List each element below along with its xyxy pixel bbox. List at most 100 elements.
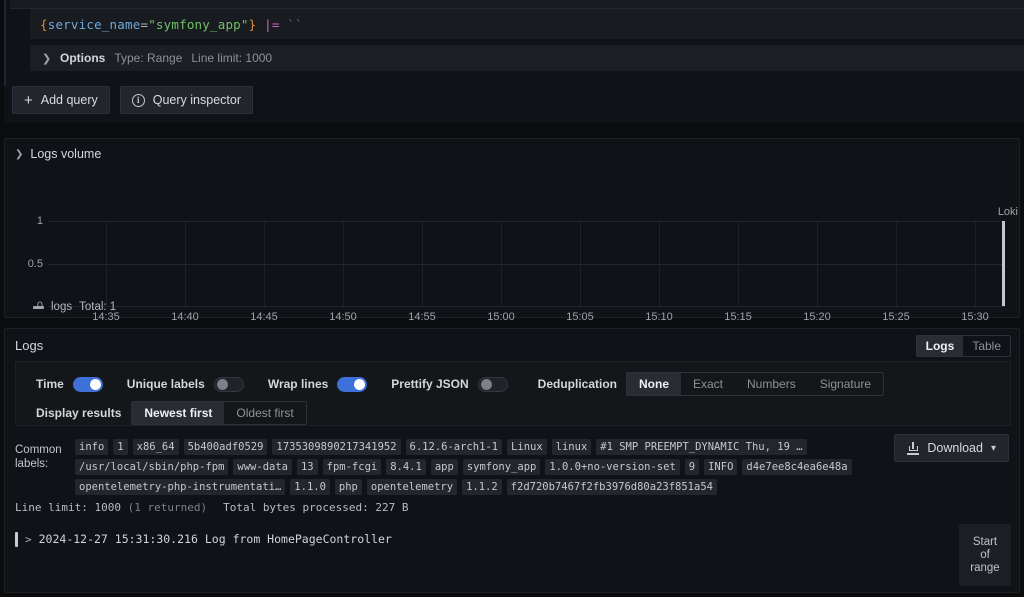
chart-legend[interactable]: logs Total: 1 bbox=[33, 301, 116, 313]
label-chip[interactable]: 8.4.1 bbox=[386, 459, 426, 475]
toggle-time[interactable]: Time bbox=[36, 376, 103, 392]
gridline-v-10 bbox=[896, 221, 897, 306]
volume-bar[interactable] bbox=[1002, 221, 1005, 306]
label-chip[interactable]: f2d720b7467f2fb3976d80a23f851a54 bbox=[506, 479, 717, 495]
meta-line-limit: Line limit: 1000 bbox=[15, 501, 121, 514]
legend-series-total: Total: 1 bbox=[79, 301, 117, 313]
label-chip[interactable]: d4e7ee8c4ea6e48a bbox=[742, 459, 852, 475]
label-chip[interactable]: 13 bbox=[296, 459, 318, 475]
add-query-button[interactable]: + Add query bbox=[12, 86, 110, 114]
query-actions: + Add query i Query inspector bbox=[12, 86, 253, 114]
toggle-prettify-json-label: Prettify JSON bbox=[391, 377, 469, 391]
query-inspector-button[interactable]: i Query inspector bbox=[119, 86, 253, 114]
toggle-unique-labels-switch[interactable] bbox=[213, 376, 244, 392]
chevron-down-icon: ❯ bbox=[15, 148, 24, 160]
label-chip[interactable]: 6.12.6-arch1-1 bbox=[405, 439, 503, 455]
info-circle-icon: i bbox=[131, 93, 145, 107]
dedup-option-exact[interactable]: Exact bbox=[681, 373, 735, 395]
toggle-knob bbox=[480, 378, 492, 390]
label-chip[interactable]: 1 bbox=[113, 439, 128, 455]
display-results-options[interactable]: Newest first Oldest first bbox=[131, 401, 307, 425]
sort-oldest-first[interactable]: Oldest first bbox=[224, 402, 305, 424]
gridline-v-8 bbox=[738, 221, 739, 306]
label-chip[interactable]: #1 SMP PREEMPT_DYNAMIC Thu, 19 … bbox=[596, 439, 807, 455]
logs-meta-line: Line limit: 1000 (1 returned) Total byte… bbox=[15, 501, 409, 514]
x-tick-3: 14:50 bbox=[329, 311, 357, 323]
start-of-range-line3: range bbox=[970, 562, 1000, 574]
logs-volume-title: Logs volume bbox=[30, 147, 102, 161]
view-mode-table[interactable]: Table bbox=[963, 336, 1010, 356]
y-tick-1: 1 bbox=[36, 215, 43, 227]
label-chip[interactable]: linux bbox=[551, 439, 592, 455]
dedup-option-none[interactable]: None bbox=[627, 373, 681, 395]
dedup-option-signature[interactable]: Signature bbox=[808, 373, 883, 395]
toggle-knob bbox=[89, 378, 101, 390]
gridline-h-0 bbox=[48, 306, 1005, 307]
label-chip[interactable]: symfony_app bbox=[462, 459, 541, 475]
label-chip[interactable]: fpm-fcgi bbox=[322, 459, 382, 475]
gridline-v-4 bbox=[422, 221, 423, 306]
common-labels-key-line1: Common bbox=[15, 444, 62, 456]
download-label: Download bbox=[927, 441, 983, 455]
meta-bytes-processed: Total bytes processed: 227 B bbox=[223, 501, 409, 514]
logs-toggle-row: Time Unique labels Wrap lines Prettify J… bbox=[36, 372, 885, 396]
toggle-time-label: Time bbox=[36, 377, 64, 391]
start-of-range-line1: Start bbox=[972, 536, 998, 548]
logs-volume-chart[interactable]: 1 0.5 0 14:35 14:40 14:45 14:50 bbox=[5, 169, 1019, 323]
label-chip[interactable]: /usr/local/sbin/php-fpm bbox=[75, 459, 229, 475]
toggle-prettify-json[interactable]: Prettify JSON bbox=[391, 376, 508, 392]
deduplication-label: Deduplication bbox=[537, 377, 617, 391]
view-mode-toggle[interactable]: Logs Table bbox=[915, 335, 1011, 357]
start-of-range-button[interactable]: Start of range bbox=[959, 524, 1011, 586]
dedup-option-numbers[interactable]: Numbers bbox=[735, 373, 808, 395]
label-chip[interactable]: opentelemetry-php-instrumentati… bbox=[75, 479, 286, 495]
label-chip[interactable]: INFO bbox=[704, 459, 738, 475]
gridline-h-1 bbox=[48, 221, 1005, 222]
label-chip[interactable]: 1735309890217341952 bbox=[272, 439, 401, 455]
label-chip[interactable]: 1.0.0+no-version-set bbox=[545, 459, 680, 475]
toggle-prettify-json-switch[interactable] bbox=[477, 376, 508, 392]
label-chip[interactable]: opentelemetry bbox=[366, 479, 458, 495]
download-button[interactable]: Download ▾ bbox=[894, 434, 1009, 462]
query-expression-row[interactable]: {service_name="symfony_app"} |= `` bbox=[30, 9, 1024, 39]
toggle-unique-labels[interactable]: Unique labels bbox=[126, 376, 244, 392]
label-chip[interactable]: x86_64 bbox=[132, 439, 179, 455]
label-chip[interactable]: 5b400adf0529 bbox=[183, 439, 268, 455]
x-tick-6: 15:05 bbox=[566, 311, 594, 323]
query-options-row[interactable]: ❯ Options Type: Range Line limit: 1000 bbox=[30, 45, 1024, 71]
common-labels-section: Common labels: info 1 x86_64 5b400adf052… bbox=[15, 434, 895, 495]
gridline-v-0 bbox=[106, 221, 107, 306]
toggle-unique-labels-label: Unique labels bbox=[126, 377, 205, 391]
query-inspector-label: Query inspector bbox=[152, 93, 241, 107]
label-chip[interactable]: Linux bbox=[507, 439, 547, 455]
toggle-time-switch[interactable] bbox=[72, 376, 103, 392]
sort-newest-first[interactable]: Newest first bbox=[132, 402, 225, 424]
chevron-down-icon: ▾ bbox=[990, 442, 996, 454]
common-labels-chips: info 1 x86_64 5b400adf0529 1735309890217… bbox=[75, 434, 895, 495]
label-chip[interactable]: 9 bbox=[684, 459, 700, 475]
label-chip[interactable]: 1.1.2 bbox=[462, 479, 502, 495]
plus-icon: + bbox=[24, 91, 33, 109]
deduplication-options[interactable]: None Exact Numbers Signature bbox=[626, 372, 885, 396]
log-message: Log from HomePageController bbox=[204, 532, 392, 546]
expr-open-brace: { bbox=[40, 16, 48, 32]
view-mode-logs[interactable]: Logs bbox=[916, 336, 964, 356]
toggle-wrap-lines-switch[interactable] bbox=[337, 376, 368, 392]
label-chip[interactable]: app bbox=[430, 459, 458, 475]
download-icon-base bbox=[907, 452, 920, 455]
label-chip[interactable]: info bbox=[75, 439, 109, 455]
options-line-limit: Line limit: 1000 bbox=[191, 51, 273, 65]
x-tick-1: 14:40 bbox=[171, 311, 199, 323]
label-chip[interactable]: php bbox=[334, 479, 362, 495]
x-tick-5: 15:00 bbox=[487, 311, 515, 323]
gridline-v-7 bbox=[659, 221, 660, 306]
log-row[interactable]: > 2024-12-27 15:31:30.216 Log from HomeP… bbox=[15, 527, 945, 551]
x-tick-4: 14:55 bbox=[408, 311, 436, 323]
logql-expression[interactable]: {service_name="symfony_app"} |= `` bbox=[40, 17, 303, 32]
label-chip[interactable]: 1.1.0 bbox=[290, 479, 330, 495]
toggle-wrap-lines[interactable]: Wrap lines bbox=[268, 376, 368, 392]
label-chip[interactable]: www-data bbox=[233, 459, 292, 475]
query-editor-section: {service_name="symfony_app"} |= `` ❯ Opt… bbox=[0, 0, 1024, 122]
expand-row-icon[interactable]: > bbox=[25, 533, 32, 546]
logs-volume-header[interactable]: ❯ Logs volume bbox=[15, 147, 101, 161]
